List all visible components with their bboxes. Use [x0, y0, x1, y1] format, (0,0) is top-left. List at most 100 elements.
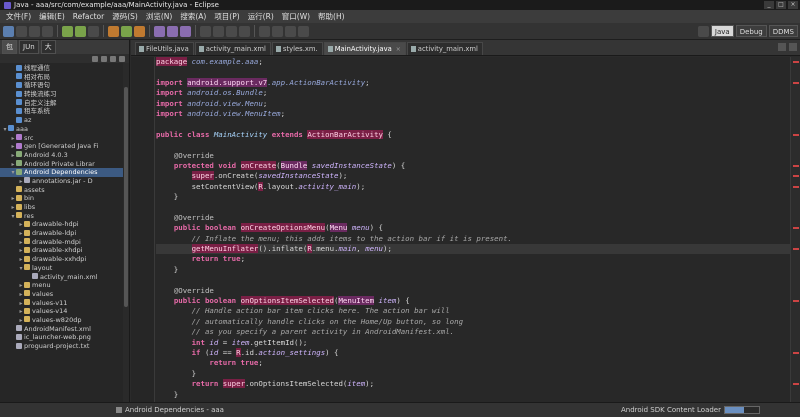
perspective-java-button[interactable]: Java	[710, 25, 734, 37]
code-line[interactable]: 17 public boolean onCreateOptionsMenu(Me…	[156, 223, 790, 233]
code-line[interactable]: 24 public boolean onOptionsItemSelected(…	[156, 295, 790, 306]
tree-item[interactable]: ic_launcher-web.png	[0, 333, 129, 342]
tree-item[interactable]: 自定义注解	[0, 99, 129, 108]
menu-item[interactable]: 浏览(N)	[142, 10, 176, 23]
view-menu-icon[interactable]	[110, 55, 116, 62]
editor-tab[interactable]: MainActivity.java ×	[323, 42, 406, 55]
code-line[interactable]: 22	[156, 275, 790, 285]
code-line[interactable]: 26 // automatically handle clicks on the…	[156, 317, 790, 327]
tree-item[interactable]: activity_main.xml	[0, 273, 129, 282]
maximize-editor-icon[interactable]	[789, 43, 797, 51]
tree-item[interactable]: 租车系统	[0, 107, 129, 116]
editor-tab[interactable]: styles.xm.	[271, 42, 323, 55]
tree-item[interactable]: ▸ values-v14	[0, 307, 129, 316]
minimize-icon[interactable]: _	[764, 1, 774, 9]
tree-item[interactable]: ▸ src	[0, 134, 129, 143]
perspective-debug-button[interactable]: Debug	[735, 25, 767, 37]
back-icon[interactable]	[285, 25, 296, 37]
code-line[interactable]: 33 }	[156, 390, 790, 400]
code-line[interactable]: 29 if (id == R.id.action_settings) {	[156, 347, 790, 358]
code-line[interactable]: 32 return super.onOptionsItemSelected(it…	[156, 379, 790, 389]
code-line[interactable]: 6import android.view.MenuItem;	[156, 109, 790, 119]
code-line[interactable]: 13 setContentView(R.layout.activity_main…	[156, 181, 790, 192]
toggle-mark-icon[interactable]	[239, 25, 250, 37]
tree-item[interactable]: ▸ drawable-mdpi	[0, 238, 129, 247]
save-all-icon[interactable]	[29, 25, 40, 37]
menu-item[interactable]: 窗口(W)	[278, 10, 314, 23]
tree-item[interactable]: ▸ values	[0, 290, 129, 299]
tree-item[interactable]: ▸ drawable-xxhdpi	[0, 255, 129, 264]
left-view-tab[interactable]: JUn	[19, 40, 39, 54]
scrollbar-thumb[interactable]	[124, 87, 128, 307]
tree-item[interactable]: ▸ libs	[0, 203, 129, 212]
menu-item[interactable]: 编辑(E)	[35, 10, 69, 23]
code-line[interactable]: 14 }	[156, 192, 790, 202]
menu-item[interactable]: 源码(S)	[108, 10, 142, 23]
save-icon[interactable]	[16, 25, 27, 37]
menu-item[interactable]: 帮助(H)	[314, 10, 349, 23]
tree-item[interactable]: proguard-project.txt	[0, 342, 129, 351]
error-overview-mark[interactable]	[793, 175, 799, 178]
menu-item[interactable]: 文件(F)	[2, 10, 35, 23]
tree-item[interactable]: ▸ gen [Generated Java Fi	[0, 142, 129, 151]
tree-item[interactable]: ▸ drawable-ldpi	[0, 229, 129, 238]
tree-item[interactable]: ▸ annotations.jar - D	[0, 177, 129, 186]
error-overview-mark[interactable]	[793, 248, 799, 251]
code-line[interactable]: 7	[156, 119, 790, 129]
code-line[interactable]: 9	[156, 140, 790, 150]
tree-item[interactable]: AndroidManifest.xml	[0, 325, 129, 334]
menu-item[interactable]: 搜索(A)	[176, 10, 210, 23]
previous-annotation-icon[interactable]	[272, 25, 283, 37]
code-line[interactable]: 21 }	[156, 265, 790, 275]
next-annotation-icon[interactable]	[259, 25, 270, 37]
tree-item[interactable]: ▸ drawable-hdpi	[0, 220, 129, 229]
tree-item[interactable]: ▸ drawable-xhdpi	[0, 246, 129, 255]
tree-item[interactable]: ▸ Android Private Librar	[0, 160, 129, 169]
error-overview-mark[interactable]	[793, 227, 799, 230]
tree-item[interactable]: ▸ values-v11	[0, 299, 129, 308]
code-line[interactable]: 3+import android.support.v7.app.ActionBa…	[156, 77, 790, 88]
forward-icon[interactable]	[298, 25, 309, 37]
code-line[interactable]: 25 // Handle action bar item clicks here…	[156, 306, 790, 316]
debug-icon[interactable]	[108, 25, 119, 37]
error-overview-mark[interactable]	[793, 133, 799, 136]
code-line[interactable]: 16- @Override	[156, 213, 790, 223]
code-line[interactable]: 20 return true;	[156, 254, 790, 264]
code-line[interactable]: 31 }	[156, 369, 790, 379]
tree-item[interactable]: ▾ layout	[0, 264, 129, 273]
code-line[interactable]: 19 getMenuInflater().inflate(R.menu.main…	[156, 244, 790, 255]
menu-item[interactable]: Refactor	[69, 10, 108, 23]
editor-tab[interactable]: activity_main.xml	[406, 42, 483, 55]
maximize-icon[interactable]: □	[776, 1, 786, 9]
new-class-icon[interactable]	[180, 25, 191, 37]
collapse-all-icon[interactable]	[92, 55, 98, 62]
tree-item[interactable]: az	[0, 116, 129, 125]
code-line[interactable]: 23- @Override	[156, 286, 790, 296]
lint-icon[interactable]	[88, 25, 99, 37]
error-overview-mark[interactable]	[793, 81, 799, 84]
search-icon[interactable]	[213, 25, 224, 37]
tree-item[interactable]: ▾ Android Dependencies	[0, 168, 129, 177]
tree-item[interactable]: ▾ aaa	[0, 125, 129, 134]
error-overview-mark[interactable]	[793, 185, 799, 188]
code-line[interactable]: 8public class MainActivity extends Actio…	[156, 129, 790, 140]
new-java-project-icon[interactable]	[154, 25, 165, 37]
error-overview-mark[interactable]	[793, 352, 799, 355]
tree-item[interactable]: ▾ res	[0, 212, 129, 221]
code-line[interactable]: 11 protected void onCreate(Bundle savedI…	[156, 160, 790, 171]
code-line[interactable]: 15	[156, 202, 790, 212]
code-line[interactable]: 18 // Inflate the menu; this adds items …	[156, 234, 790, 244]
left-view-tab[interactable]: 包	[2, 40, 17, 54]
android-avd-manager-icon[interactable]	[75, 25, 86, 37]
tree-item[interactable]: ▸ values-w820dp	[0, 316, 129, 325]
code-line[interactable]: 5import android.view.Menu;	[156, 99, 790, 109]
error-overview-mark[interactable]	[793, 383, 799, 386]
minimize-view-icon[interactable]	[119, 55, 125, 62]
code-area[interactable]: 1package com.example.aaa;23+import andro…	[156, 57, 790, 402]
tree-item[interactable]: 循环语句	[0, 81, 129, 90]
menu-item[interactable]: 运行(R)	[244, 10, 278, 23]
editor-overview-ruler[interactable]	[790, 57, 800, 402]
code-line[interactable]: 27 // as you specify a parent activity i…	[156, 327, 790, 337]
tree-item[interactable]: assets	[0, 186, 129, 195]
menu-item[interactable]: 项目(P)	[210, 10, 243, 23]
